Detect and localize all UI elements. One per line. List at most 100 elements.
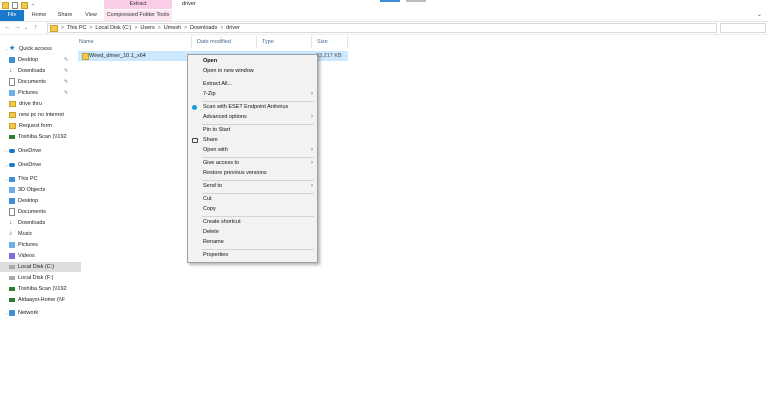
- accent-bar: [406, 0, 426, 2]
- nav-item-label: Aldaaysi-Home (\\F: [18, 297, 66, 303]
- menu-item-send-to[interactable]: Send to ›: [188, 182, 317, 191]
- pin-icon: ✎: [64, 90, 69, 96]
- menu-item-scan-eset[interactable]: Scan with ESET Endpoint Antivirus: [188, 103, 317, 112]
- properties-icon[interactable]: [12, 2, 18, 9]
- breadcrumb-users[interactable]: Users: [140, 25, 154, 31]
- breadcrumb-downloads[interactable]: Downloads: [190, 25, 217, 31]
- menu-item-pin-to-start[interactable]: Pin to Start: [188, 126, 317, 135]
- nav-item-label: This PC: [18, 176, 38, 182]
- menu-item-cut[interactable]: Cut: [188, 195, 317, 204]
- tab-home[interactable]: Home: [27, 10, 51, 21]
- tab-share[interactable]: Share: [53, 10, 77, 21]
- search-input[interactable]: [720, 23, 766, 33]
- menu-item-extract-all[interactable]: Extract All...: [188, 80, 317, 89]
- tab-file[interactable]: File: [0, 10, 24, 21]
- nav-item-documents[interactable]: Documents ✎: [0, 77, 81, 87]
- submenu-arrow-icon: ›: [311, 160, 313, 166]
- nav-item-label: Request form: [19, 123, 53, 129]
- breadcrumb-local-disk[interactable]: Local Disk (C:): [95, 25, 131, 31]
- eset-icon: [192, 105, 197, 110]
- address-bar[interactable]: > This PC > Local Disk (C:) > Users > Um…: [47, 23, 717, 33]
- nav-item-toshiba-scan[interactable]: Toshiba Scan (\\192: [0, 132, 81, 142]
- column-date-modified[interactable]: Date modified: [192, 36, 257, 48]
- picture-icon: [9, 242, 15, 248]
- nav-item-aldaaysi-home[interactable]: Aldaaysi-Home (\\F: [0, 295, 81, 305]
- nav-item-videos[interactable]: Videos: [0, 251, 81, 261]
- chevron-down-icon[interactable]: ⌄: [31, 1, 37, 8]
- tab-view[interactable]: View: [79, 10, 103, 21]
- network-drive-icon: [9, 135, 15, 139]
- folder-icon: [9, 123, 16, 129]
- nav-item-onedrive[interactable]: › OneDrive: [0, 160, 72, 170]
- breadcrumb-umesh[interactable]: Umesh: [164, 25, 181, 31]
- nav-item-toshiba-scan[interactable]: Toshiba Scan (\\192: [0, 284, 81, 294]
- nav-item-downloads[interactable]: ↓ Downloads: [0, 218, 81, 228]
- nav-item-network[interactable]: › Network: [0, 308, 72, 318]
- menu-item-open-with[interactable]: Open with ›: [188, 146, 317, 155]
- column-size[interactable]: Size: [312, 36, 348, 48]
- nav-item-drive-thru[interactable]: drive thru: [0, 99, 81, 109]
- menu-item-label: Advanced options: [203, 114, 247, 120]
- share-icon: [192, 138, 198, 143]
- nav-item-pictures[interactable]: Pictures ✎: [0, 88, 81, 98]
- menu-item-label: Give access to: [203, 160, 240, 166]
- nav-item-label: Toshiba Scan (\\192: [18, 134, 67, 140]
- star-icon: ★: [9, 45, 16, 52]
- nav-item-downloads[interactable]: ↓ Downloads ✎: [0, 66, 81, 76]
- menu-item-label: Scan with ESET Endpoint Antivirus: [203, 104, 289, 110]
- new-folder-icon[interactable]: [21, 2, 28, 9]
- back-icon[interactable]: ←: [4, 23, 11, 33]
- menu-item-open[interactable]: Open: [188, 57, 317, 66]
- recent-locations-icon[interactable]: ⌄: [24, 23, 28, 33]
- accent-bar: [380, 0, 400, 2]
- menu-divider: [202, 216, 314, 217]
- nav-item-new-pc[interactable]: new pc no internet: [0, 110, 81, 120]
- nav-item-pictures[interactable]: Pictures: [0, 240, 81, 250]
- forward-icon[interactable]: →: [14, 23, 21, 33]
- nav-item-this-pc[interactable]: › This PC: [0, 174, 72, 184]
- nav-item-label: new pc no internet: [19, 112, 64, 118]
- pin-icon: ✎: [64, 79, 69, 85]
- menu-item-7zip[interactable]: 7-Zip ›: [188, 90, 317, 99]
- file-name: Wired_driver_10.1_x64: [89, 53, 146, 59]
- menu-item-delete[interactable]: Delete: [188, 228, 317, 237]
- nav-item-quick-access[interactable]: › ★ Quick access: [0, 44, 72, 54]
- breadcrumb-this-pc[interactable]: This PC: [67, 25, 87, 31]
- menu-divider: [202, 101, 314, 102]
- expand-ribbon-icon[interactable]: ⌄: [757, 11, 762, 18]
- menu-item-rename[interactable]: Rename: [188, 238, 317, 247]
- breadcrumb-driver[interactable]: driver: [226, 25, 240, 31]
- network-icon: [9, 310, 15, 316]
- pc-icon: [9, 176, 15, 182]
- nav-item-local-disk-c[interactable]: Local Disk (C:): [0, 262, 81, 272]
- context-menu: Open Open in new window Extract All... 7…: [187, 54, 318, 263]
- menu-item-share[interactable]: Share: [188, 136, 317, 145]
- nav-item-onedrive[interactable]: › OneDrive: [0, 146, 72, 156]
- menu-item-create-shortcut[interactable]: Create shortcut: [188, 218, 317, 227]
- separator-icon: >: [184, 25, 188, 31]
- nav-item-request-form[interactable]: Request form: [0, 121, 81, 131]
- menu-item-advanced-options[interactable]: Advanced options ›: [188, 113, 317, 122]
- separator-icon: >: [89, 25, 93, 31]
- menu-item-restore-previous-versions[interactable]: Restore previous versions: [188, 169, 317, 178]
- nav-item-local-disk-f[interactable]: Local Disk (F:): [0, 273, 81, 283]
- nav-item-documents[interactable]: Documents: [0, 207, 81, 217]
- tab-compressed-folder-tools[interactable]: Compressed Folder Tools: [104, 10, 172, 21]
- nav-item-label: Network: [18, 310, 39, 316]
- nav-item-music[interactable]: ♪ Music: [0, 229, 81, 239]
- up-icon[interactable]: ↑: [34, 23, 38, 33]
- nav-item-3d-objects[interactable]: 3D Objects: [0, 185, 81, 195]
- folder-icon: [9, 112, 16, 118]
- menu-item-copy[interactable]: Copy: [188, 205, 317, 214]
- nav-item-desktop[interactable]: Desktop ✎: [0, 55, 81, 65]
- column-name[interactable]: Name: [74, 36, 192, 48]
- menu-item-open-new-window[interactable]: Open in new window: [188, 67, 317, 76]
- column-type[interactable]: Type: [257, 36, 312, 48]
- menu-item-give-access[interactable]: Give access to ›: [188, 159, 317, 168]
- 3d-objects-icon: [9, 187, 15, 193]
- menu-item-label: Open in new window: [203, 68, 254, 74]
- nav-item-label: Quick access: [19, 46, 52, 52]
- menu-item-properties[interactable]: Properties: [188, 251, 317, 260]
- cloud-icon: [9, 149, 15, 153]
- nav-item-desktop[interactable]: Desktop: [0, 196, 81, 206]
